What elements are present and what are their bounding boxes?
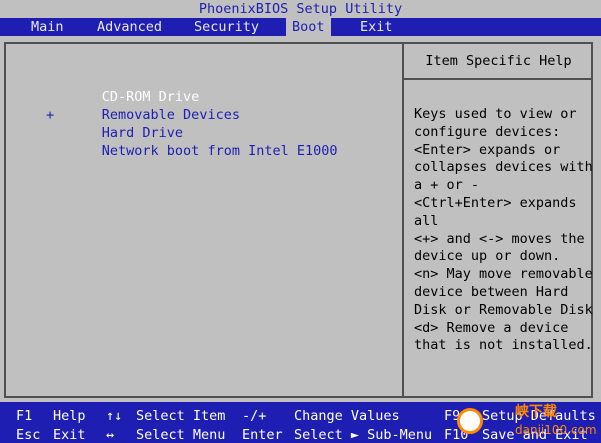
watermark-text: 峡下载 [515,404,557,420]
menu-advanced[interactable]: Advanced [91,18,168,36]
help-line: device between Hard [414,283,569,300]
key-left-right-desc: Select Menu [136,427,226,443]
menu-bar: Main Advanced Security Boot Exit [0,18,601,36]
help-line: all [414,212,439,229]
boot-order-list: CD-ROM Drive Removable Devices + Hard Dri… [46,70,338,159]
watermark-logo-icon [457,408,483,434]
watermark-url: danji100.com [515,423,597,437]
help-line: <+> and <-> moves the [414,230,585,247]
boot-item-hard-drive[interactable]: + Hard Drive [46,106,337,141]
menu-security[interactable]: Security [188,18,265,36]
help-line: device up or down. [414,248,561,265]
help-line: a + or - [414,177,480,194]
key-esc: Esc [16,427,41,443]
key-left-right: ↔ [106,427,115,443]
help-line: <d> Remove a device [414,319,569,336]
help-line: Keys used to view or [414,106,577,122]
help-title: Item Specific Help [425,53,572,69]
key-esc-desc: Exit [53,427,86,443]
help-line: <Enter> expands or [414,141,561,158]
boot-item-cdrom[interactable]: CD-ROM Drive [46,70,337,105]
menu-boot[interactable]: Boot [286,18,331,36]
help-line: that is not installed. [414,337,593,354]
key-minus-plus-desc: Change Values [294,408,400,424]
key-up-down-desc: Select Item [136,408,226,424]
help-line: <Ctrl+Enter> expands [414,194,577,211]
panel-divider-vertical [402,42,404,398]
help-divider [404,78,593,80]
key-enter: Enter [242,427,283,443]
bios-title: PhoenixBIOS Setup Utility [0,0,601,18]
watermark: 峡下载 danji100.com [453,402,601,443]
boot-item-removable[interactable]: Removable Devices [46,88,337,123]
menu-main[interactable]: Main [25,18,70,36]
help-line: Disk or Removable Disk [414,301,593,318]
key-enter-desc: Select ► Sub-Menu [294,427,433,443]
help-text: Keys used to view or configure devices: … [414,106,593,355]
help-line: collapses devices with [414,159,593,176]
boot-item-network[interactable]: Network boot from Intel E1000 [46,124,338,159]
key-minus-plus: -/+ [242,408,267,424]
key-f1: F1 [16,408,33,424]
main-panel: CD-ROM Drive Removable Devices + Hard Dri… [0,36,601,402]
menu-exit[interactable]: Exit [354,18,399,36]
help-line: <n> May move removable [414,266,593,283]
key-f1-desc: Help [53,408,86,424]
expand-plus-icon[interactable]: + [46,106,54,124]
boot-item-label: Network boot from Intel E1000 [101,143,338,159]
help-line: configure devices: [414,123,561,140]
key-up-down: ↑↓ [106,408,123,424]
